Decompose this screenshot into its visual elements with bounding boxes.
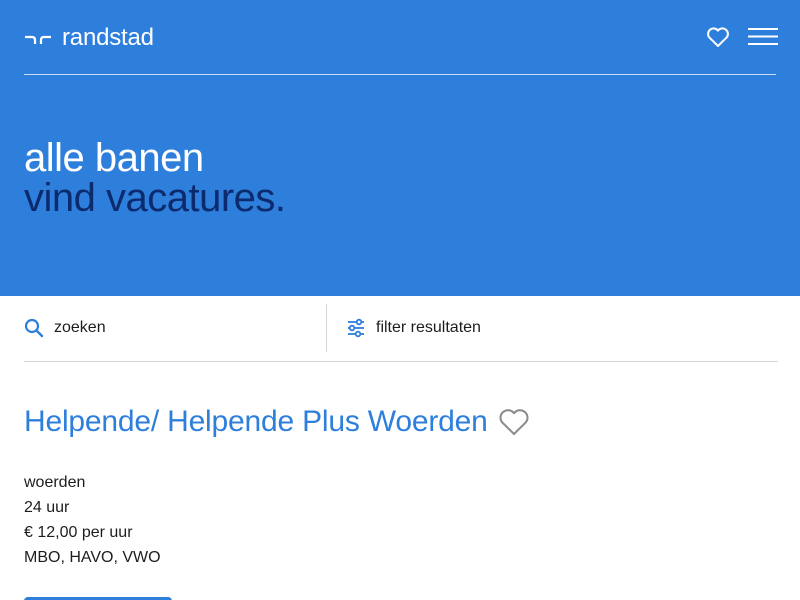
heart-outline-icon [707,27,729,47]
job-card-header: Helpende/ Helpende Plus Woerden [24,402,530,442]
sliders-icon [348,318,364,338]
search-field[interactable] [24,304,326,352]
job-location: woerden [24,474,86,491]
hero-subtitle: vind vacatures. [24,176,286,220]
search-toolbar: filter resultaten [24,304,778,362]
heart-outline-icon[interactable] [498,407,530,437]
hero-banner: randstad alle banen vind vacatures. [0,0,800,296]
favorites-button[interactable] [706,26,730,48]
search-input[interactable] [54,316,294,340]
filter-label: filter resultaten [376,319,481,336]
job-education: MBO, HAVO, VWO [24,549,161,566]
job-salary: € 12,00 per uur [24,524,133,541]
job-details-list: woerden 24 uur € 12,00 per uur MBO, HAVO… [24,470,161,570]
search-icon [24,318,44,338]
filter-button[interactable]: filter resultaten [346,304,606,352]
logo-text: randstad [62,24,154,51]
toolbar-divider [326,304,327,352]
header-divider [24,74,776,75]
job-title-link[interactable]: Helpende/ Helpende Plus Woerden [24,402,488,442]
job-hours: 24 uur [24,499,70,516]
hamburger-menu-icon [748,28,778,45]
randstad-logo[interactable]: randstad [24,24,154,52]
hero-title: alle banen [24,136,204,180]
randstad-logo-icon [25,35,51,44]
menu-button[interactable] [747,27,779,47]
